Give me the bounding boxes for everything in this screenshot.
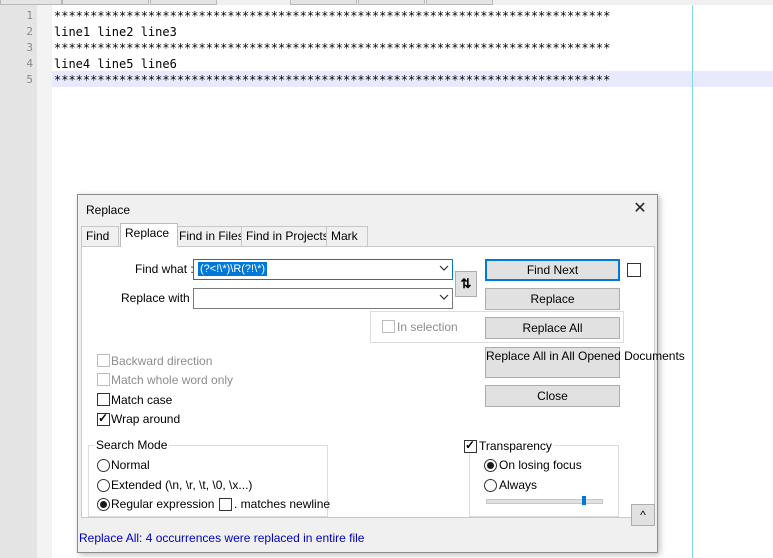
wrap-around-checkbox[interactable]	[97, 411, 110, 426]
whole-word-checkbox[interactable]	[97, 373, 110, 386]
code-line: line4 line5 line6	[54, 57, 177, 71]
chevron-down-icon[interactable]	[439, 263, 449, 273]
extended-label: Extended (\n, \r, \t, \0, \x...)	[111, 478, 253, 492]
tab-find[interactable]: Find	[81, 226, 119, 246]
transparency-checkbox[interactable]	[464, 438, 477, 453]
on-losing-focus-radio[interactable]	[484, 459, 497, 472]
edge-column-marker	[692, 5, 693, 558]
replace-with-combo[interactable]	[193, 288, 453, 309]
search-mode-title: Search Mode	[94, 438, 170, 452]
normal-label: Normal	[111, 458, 150, 472]
match-case-checkbox[interactable]	[97, 393, 110, 406]
find-what-value: (?<!\*)\R(?!\*)	[198, 262, 268, 276]
dialog-title: Replace	[86, 203, 131, 217]
line-number: 1	[26, 9, 33, 22]
chevron-down-icon[interactable]	[439, 292, 449, 302]
replace-with-label: Replace with :	[121, 291, 197, 305]
checkbox[interactable]	[627, 263, 641, 277]
matches-newline-checkbox[interactable]	[219, 498, 232, 511]
document-tab[interactable]	[426, 0, 493, 5]
swap-icon: ⇅	[460, 276, 472, 291]
transparency-title: Transparency	[477, 439, 554, 453]
close-button[interactable]: Close	[485, 385, 620, 407]
find-next-button[interactable]: Find Next	[485, 259, 620, 281]
always-radio[interactable]	[484, 479, 497, 492]
regex-label: Regular expression	[111, 497, 215, 511]
wrap-around-label: Wrap around	[111, 412, 181, 426]
replace-button[interactable]: Replace	[485, 288, 620, 310]
replace-with-value	[198, 291, 202, 305]
on-losing-focus-label: On losing focus	[499, 458, 582, 472]
replace-dialog: Replace ✕ Find Replace Find in Files Fin…	[77, 194, 685, 553]
code-line: ****************************************…	[54, 41, 611, 55]
swap-find-replace-button[interactable]: ⇅	[455, 271, 477, 297]
replace-all-opened-button[interactable]: Replace All in All Opened Documents	[485, 347, 685, 378]
whole-word-label: Match whole word only	[111, 373, 234, 387]
document-tab[interactable]	[150, 0, 217, 5]
in-selection-checkbox[interactable]	[382, 320, 395, 333]
code-line: ****************************************…	[54, 9, 611, 23]
tab-find-in-projects[interactable]: Find in Projects	[241, 226, 329, 246]
fold-margin	[37, 5, 52, 558]
match-case-label: Match case	[111, 393, 173, 407]
code-line: line1 line2 line3	[54, 25, 177, 39]
transparency-slider-thumb[interactable]	[582, 496, 586, 505]
always-label: Always	[499, 478, 538, 492]
line-number-gutter: 1 2 3 4 5	[0, 5, 37, 558]
regex-radio[interactable]	[97, 498, 110, 511]
code-line: ****************************************…	[54, 73, 611, 87]
tab-find-in-files[interactable]: Find in Files	[174, 226, 244, 246]
line-number: 4	[26, 57, 33, 70]
line-number: 5	[26, 73, 33, 86]
extended-radio[interactable]	[97, 479, 110, 492]
status-message: Replace All: 4 occurrences were replaced…	[79, 531, 365, 545]
document-tab[interactable]	[62, 0, 149, 5]
close-icon[interactable]: ✕	[632, 201, 648, 217]
backward-direction-label: Backward direction	[111, 354, 213, 368]
replace-all-button[interactable]: Replace All	[485, 317, 620, 339]
backward-direction-checkbox[interactable]	[97, 354, 110, 367]
tab-replace[interactable]: Replace	[120, 223, 178, 247]
find-what-label: Find what :	[135, 262, 194, 276]
document-tab[interactable]	[358, 0, 425, 5]
line-number: 2	[26, 25, 33, 38]
tab-mark[interactable]: Mark	[326, 226, 368, 246]
find-what-combo[interactable]: (?<!\*)\R(?!\*)	[193, 259, 453, 280]
normal-radio[interactable]	[97, 459, 110, 472]
document-tab-strip	[0, 0, 773, 5]
matches-newline-label: . matches newline	[234, 497, 331, 511]
in-selection-label: In selection	[397, 320, 458, 334]
document-tab[interactable]	[290, 0, 357, 5]
line-number: 3	[26, 41, 33, 54]
collapse-up-button[interactable]: ^	[631, 504, 655, 526]
